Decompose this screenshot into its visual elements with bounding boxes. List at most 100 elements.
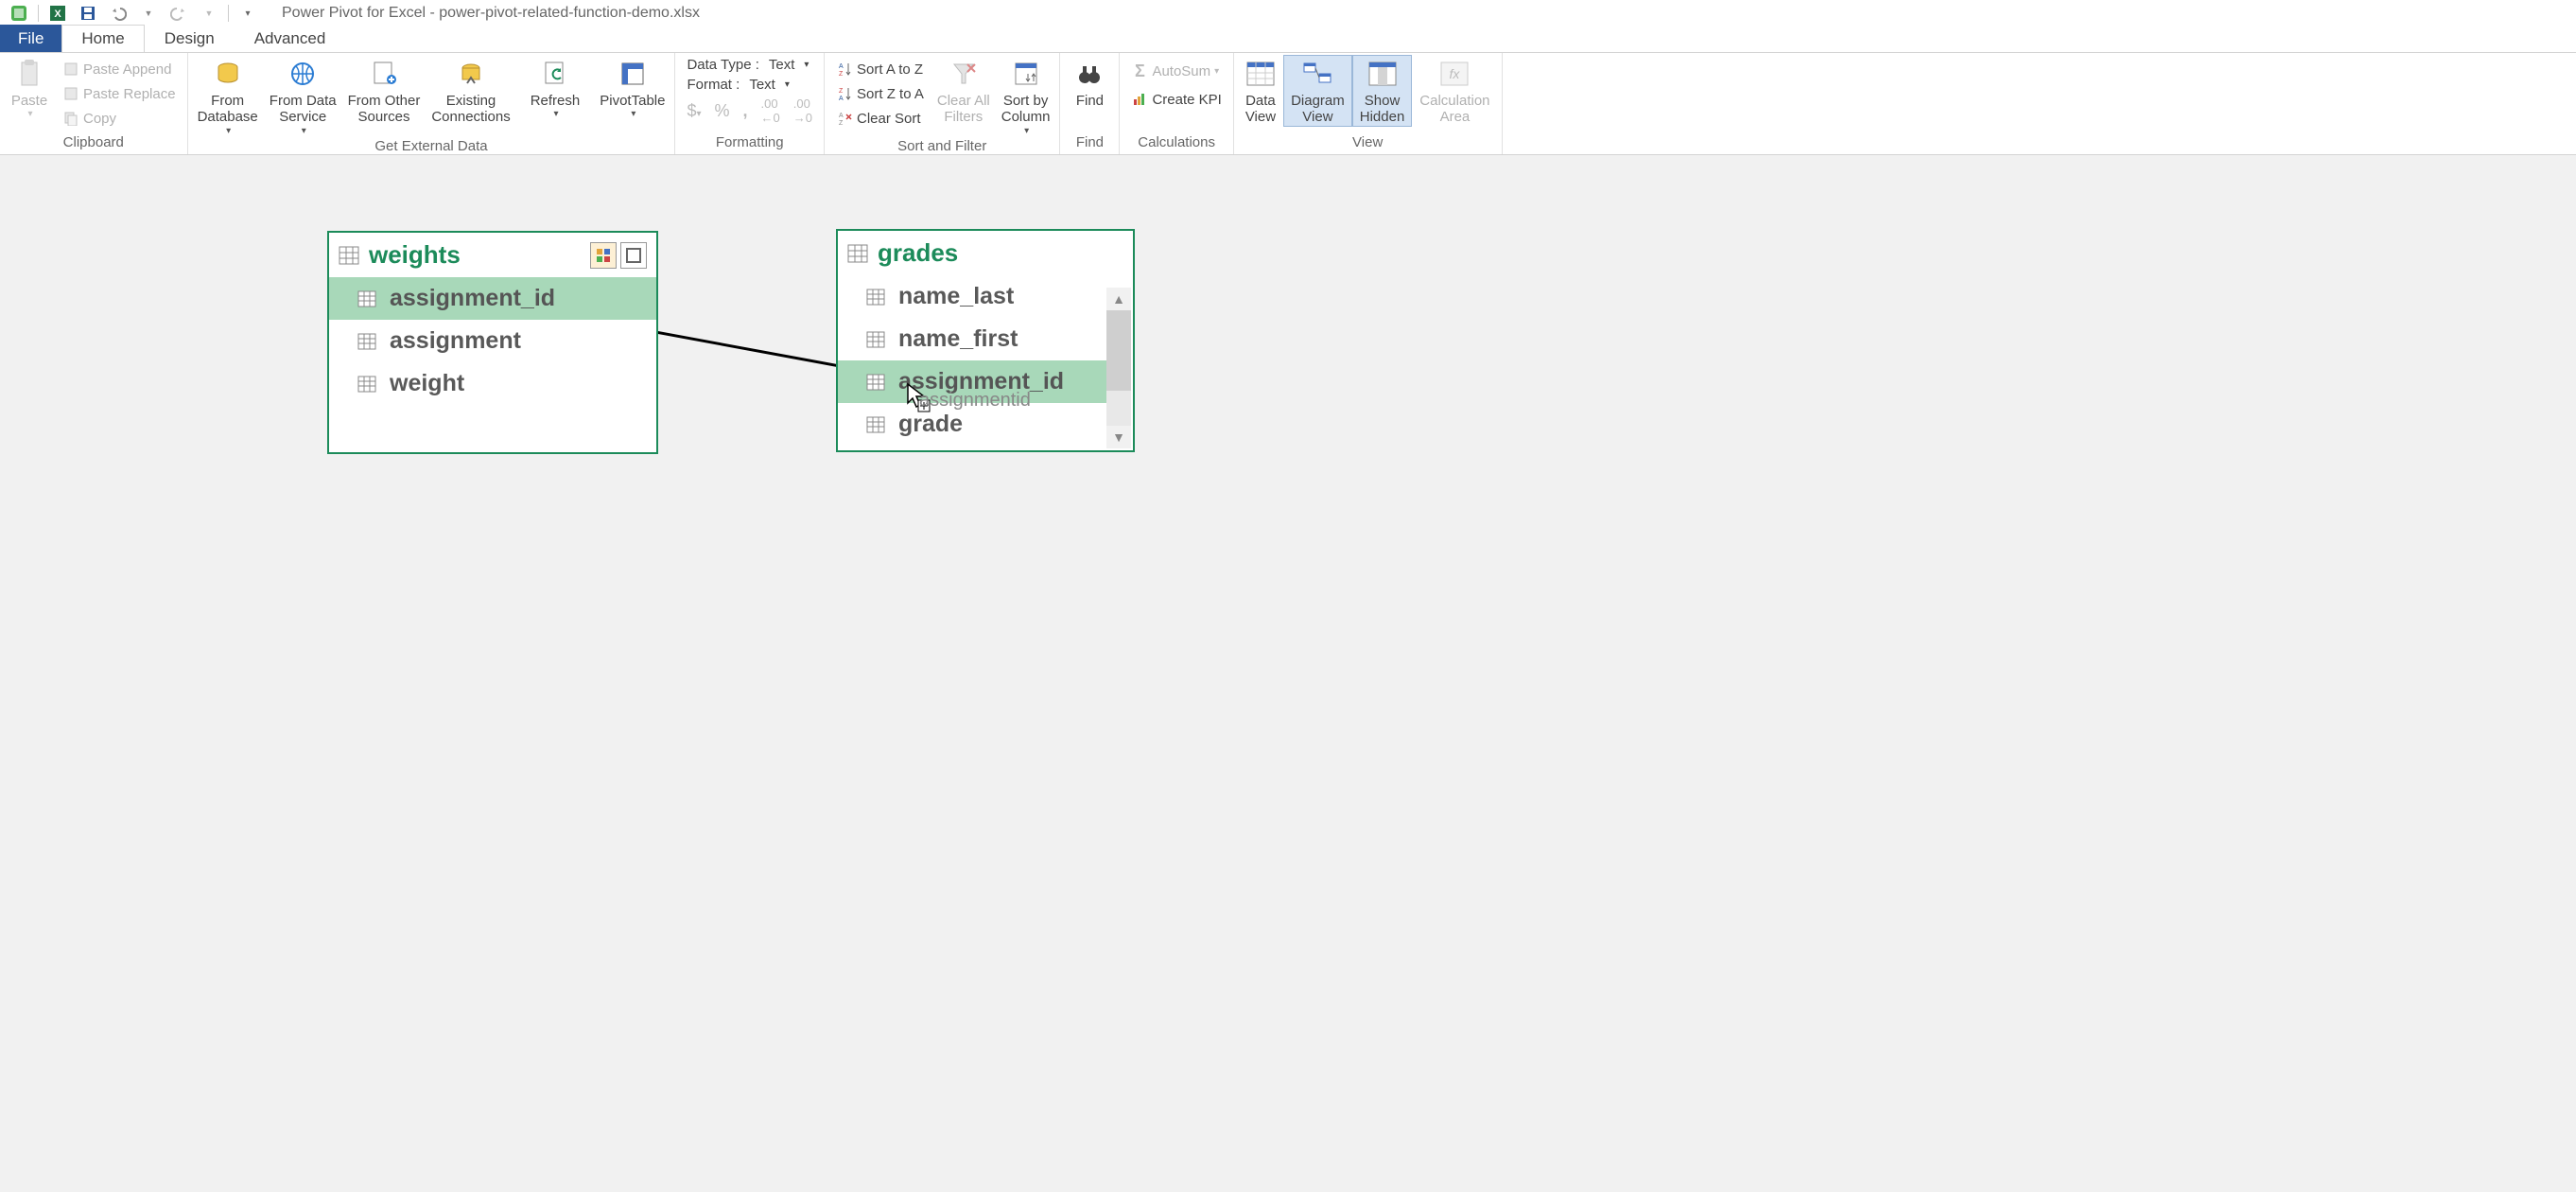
copy-icon bbox=[62, 110, 79, 127]
tab-home[interactable]: Home bbox=[61, 25, 144, 52]
svg-text:Z: Z bbox=[839, 71, 844, 77]
ribbon-group-sortfilter: AZ Sort A to Z ZA Sort Z to A AZ Clear S… bbox=[825, 53, 1060, 154]
svg-text:A: A bbox=[839, 113, 844, 119]
ribbon-group-clipboard-label: Clipboard bbox=[4, 132, 183, 154]
scroll-track[interactable] bbox=[1106, 310, 1131, 426]
dropdown-caret-icon: ▾ bbox=[785, 79, 790, 90]
from-other-sources-button[interactable]: From Other Sources bbox=[342, 55, 426, 126]
paste-append-icon bbox=[62, 61, 79, 78]
create-kpi-button[interactable]: Create KPI bbox=[1127, 89, 1225, 110]
window-title: Power Pivot for Excel - power-pivot-rela… bbox=[282, 5, 700, 22]
comma-format-button[interactable]: , bbox=[743, 101, 748, 121]
clear-sort-button[interactable]: AZ Clear Sort bbox=[832, 108, 928, 129]
table-title-weights: weights bbox=[369, 240, 461, 270]
data-type-selector[interactable]: Data Type : Text ▾ bbox=[679, 55, 816, 75]
ribbon-group-calculations-label: Calculations bbox=[1123, 132, 1228, 154]
scroll-thumb[interactable] bbox=[1106, 310, 1131, 391]
copy-button: Copy bbox=[59, 108, 180, 129]
ribbon-tabstrip: File Home Design Advanced bbox=[0, 26, 2576, 53]
table-header-weights[interactable]: weights bbox=[329, 233, 656, 277]
calc-area-icon: fx bbox=[1439, 59, 1470, 89]
column-icon bbox=[866, 416, 885, 433]
table-title-grades: grades bbox=[878, 238, 958, 268]
excel-icon[interactable]: X bbox=[46, 2, 69, 25]
column-icon bbox=[357, 333, 376, 350]
sort-by-column-button[interactable]: Sort by Column▾ bbox=[996, 55, 1056, 136]
ribbon-group-formatting: Data Type : Text ▾ Format : Text ▾ $▾ % … bbox=[675, 53, 825, 154]
sort-za-icon: ZA bbox=[836, 85, 853, 102]
funnel-clear-icon bbox=[949, 59, 979, 89]
redo-icon[interactable] bbox=[167, 2, 190, 25]
diagram-view-icon bbox=[1302, 59, 1332, 89]
save-icon[interactable] bbox=[77, 2, 99, 25]
sort-az-icon: AZ bbox=[836, 61, 853, 78]
grades-scrollbar[interactable]: ▲ ▼ bbox=[1106, 288, 1131, 448]
sort-za-button[interactable]: ZA Sort Z to A bbox=[832, 83, 928, 104]
currency-format-button[interactable]: $▾ bbox=[687, 101, 701, 121]
tab-file[interactable]: File bbox=[0, 25, 61, 52]
diagram-canvas[interactable]: weights assignment_id assignment weight bbox=[0, 155, 2576, 1192]
qat-separator bbox=[38, 5, 39, 22]
column-icon bbox=[357, 376, 376, 393]
paste-append-button: Paste Append bbox=[59, 59, 180, 79]
qat-separator-2 bbox=[228, 5, 229, 22]
ribbon-group-view-label: View bbox=[1238, 132, 1498, 154]
diagram-table-weights[interactable]: weights assignment_id assignment weight bbox=[327, 231, 658, 454]
tab-design[interactable]: Design bbox=[145, 25, 235, 52]
increase-decimal-button[interactable]: .00←0 bbox=[761, 96, 780, 125]
diagram-view-button[interactable]: Diagram View bbox=[1283, 55, 1352, 127]
database-icon bbox=[213, 59, 243, 89]
ribbon-group-formatting-label: Formatting bbox=[679, 132, 820, 154]
table-measures-icon[interactable] bbox=[590, 242, 617, 269]
grades-columns: name_last name_first assignment_id grade bbox=[838, 275, 1133, 446]
ribbon-group-calculations: Σ AutoSum ▾ Create KPI Calculations bbox=[1120, 53, 1233, 154]
autosum-button: Σ AutoSum ▾ bbox=[1127, 61, 1225, 81]
paste-replace-button: Paste Replace bbox=[59, 83, 180, 104]
table-maximize-icon[interactable] bbox=[620, 242, 647, 269]
ribbon-group-find-label: Find bbox=[1064, 132, 1115, 154]
paste-label: Paste bbox=[11, 93, 47, 109]
svg-text:fx: fx bbox=[1450, 66, 1461, 81]
show-hidden-button[interactable]: Show Hidden bbox=[1352, 55, 1413, 127]
column-icon bbox=[866, 374, 885, 391]
weights-col-weight[interactable]: weight bbox=[329, 362, 656, 405]
decrease-decimal-button[interactable]: .00→0 bbox=[793, 96, 812, 125]
from-database-button[interactable]: From Database▾ bbox=[192, 55, 264, 136]
column-icon bbox=[866, 289, 885, 306]
scroll-down-icon[interactable]: ▼ bbox=[1108, 426, 1129, 448]
undo-icon[interactable] bbox=[107, 2, 130, 25]
ribbon-group-view: Data View Diagram View Show Hidden fx Ca… bbox=[1234, 53, 1503, 154]
qat-customize-icon[interactable]: ▾ bbox=[236, 2, 259, 25]
from-data-service-button[interactable]: From Data Service▾ bbox=[264, 55, 342, 136]
scroll-up-icon[interactable]: ▲ bbox=[1108, 288, 1129, 310]
svg-text:X: X bbox=[54, 9, 61, 20]
ribbon-group-getdata: From Database▾ From Data Service▾ From O… bbox=[188, 53, 676, 154]
weights-col-assignment-id[interactable]: assignment_id bbox=[329, 277, 656, 320]
format-selector[interactable]: Format : Text ▾ bbox=[679, 75, 796, 95]
other-sources-icon bbox=[369, 59, 399, 89]
sort-az-button[interactable]: AZ Sort A to Z bbox=[832, 59, 928, 79]
clear-all-filters-button: Clear All Filters bbox=[931, 55, 996, 126]
find-button[interactable]: Find bbox=[1064, 55, 1115, 109]
table-header-grades[interactable]: grades bbox=[838, 231, 1133, 275]
grades-col-name-last[interactable]: name_last bbox=[838, 275, 1106, 318]
data-view-button[interactable]: Data View bbox=[1238, 55, 1283, 126]
svg-text:Z: Z bbox=[839, 120, 844, 126]
quick-access-toolbar: X ▼ ▼ ▾ bbox=[4, 0, 263, 26]
undo-dropdown-icon[interactable]: ▼ bbox=[137, 2, 160, 25]
svg-text:A: A bbox=[839, 63, 844, 70]
column-icon bbox=[866, 331, 885, 348]
existing-connections-button[interactable]: Existing Connections bbox=[426, 55, 515, 126]
grades-col-name-first[interactable]: name_first bbox=[838, 318, 1106, 360]
weights-columns: assignment_id assignment weight bbox=[329, 277, 656, 405]
column-icon bbox=[357, 290, 376, 307]
weights-col-assignment[interactable]: assignment bbox=[329, 320, 656, 362]
redo-dropdown-icon[interactable]: ▼ bbox=[198, 2, 220, 25]
clear-sort-icon: AZ bbox=[836, 110, 853, 127]
percent-format-button[interactable]: % bbox=[715, 101, 730, 121]
refresh-button[interactable]: Refresh ▾ bbox=[525, 55, 586, 120]
ribbon-group-find: Find Find bbox=[1060, 53, 1120, 154]
tab-advanced[interactable]: Advanced bbox=[235, 25, 346, 52]
diagram-table-grades[interactable]: grades name_last name_first assignment_i… bbox=[836, 229, 1135, 452]
pivottable-button[interactable]: PivotTable ▾ bbox=[594, 55, 670, 120]
